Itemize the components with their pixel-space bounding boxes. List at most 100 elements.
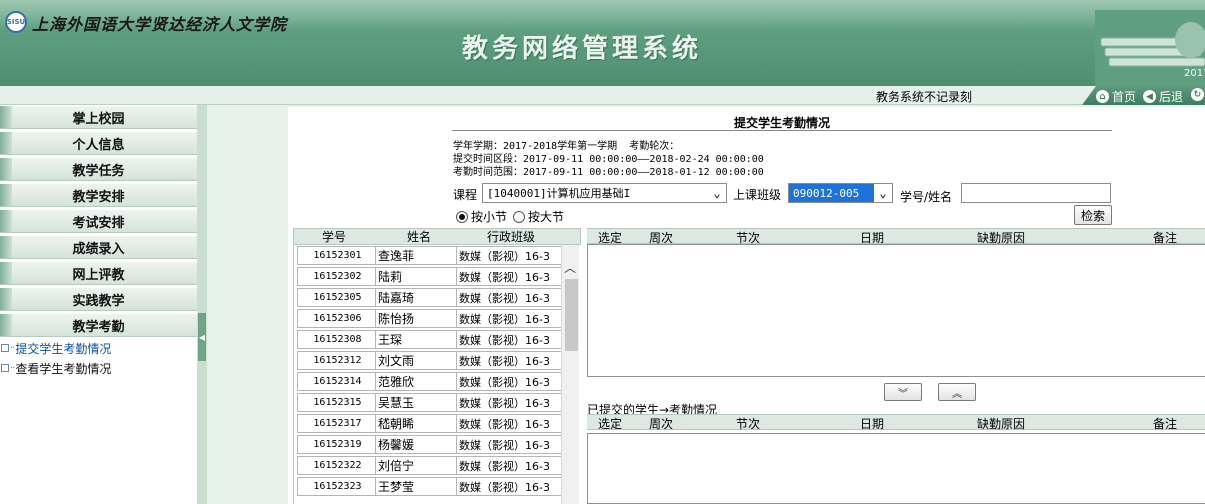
sidebar-item-exam-schedule[interactable]: 考试安排 (0, 209, 197, 233)
tree-line-icon: ·· (10, 342, 15, 354)
course-select[interactable]: [1040001]计算机应用基础I ⌄ (482, 183, 727, 203)
admin-class-cell: 数媒（影视）16-3 (456, 435, 562, 454)
column-header-select[interactable]: 选定 (598, 415, 622, 431)
table-row[interactable]: 16152312 刘文雨 数媒（影视）16-3 (294, 350, 562, 371)
table-row[interactable]: 16152322 刘倍宁 数媒（影视）16-3 (294, 455, 562, 476)
column-header-remarks[interactable]: 备注 (1153, 415, 1177, 431)
chevron-down-icon: ⌄ (874, 184, 892, 202)
table-row[interactable]: 16152314 范雅欣 数媒（影视）16-3 (294, 371, 562, 392)
sidebar-subitem-view-attendance[interactable]: ·· 查看学生考勤情况 (0, 359, 111, 377)
back-link[interactable]: ◀ 后退 (1143, 88, 1183, 105)
radio-small-period[interactable]: 按小节 (456, 208, 507, 225)
school-seal-icon: SISU (5, 11, 27, 33)
back-link-label: 后退 (1159, 90, 1184, 104)
search-input[interactable] (961, 183, 1111, 203)
page-title: 提交学生考勤情况 (734, 116, 831, 130)
student-name-cell: 陆莉 (375, 267, 457, 286)
sidebar-item-online-evaluation[interactable]: 网上评教 (0, 261, 197, 285)
tree-line-icon: ·· (10, 362, 15, 374)
column-header-week[interactable]: 周次 (649, 415, 673, 431)
student-id-cell: 16152308 (297, 330, 376, 349)
student-table-scrollbar[interactable]: ︿ (561, 245, 579, 504)
sidebar-item-teaching-tasks[interactable]: 教学任务 (0, 157, 197, 181)
home-link-label: 首页 (1112, 90, 1137, 104)
table-row[interactable]: 16152317 嵇朝睎 数媒（影视）16-3 (294, 413, 562, 434)
scrollbar-thumb[interactable] (565, 279, 578, 351)
student-id-cell: 16152317 (297, 414, 376, 433)
table-row[interactable]: 16152315 吴慧玉 数媒（影视）16-3 (294, 392, 562, 413)
table-row[interactable]: 16152308 王琛 数媒（影视）16-3 (294, 329, 562, 350)
table-row[interactable]: 16152306 陈怡扬 数媒（影视）16-3 (294, 308, 562, 329)
sidebar-subitem-label: 提交学生考勤情况 (15, 341, 112, 356)
admin-class-cell: 数媒（影视）16-3 (456, 477, 562, 496)
column-header-absence-reason[interactable]: 缺勤原因 (977, 415, 1025, 431)
sidebar-item-label: 教学任务 (72, 163, 125, 179)
sidebar-item-label: 个人信息 (72, 137, 125, 153)
nav-bar: 教务系统不记录刻 ⌂ 首页 ◀ 后退 ↻ (0, 86, 1205, 105)
move-up-button[interactable]: ︽ (938, 383, 976, 401)
search-button[interactable]: 检索 (1074, 205, 1112, 225)
student-name-cell: 嵇朝睎 (375, 414, 457, 433)
sidebar-item-practice-teaching[interactable]: 实践教学 (0, 287, 197, 311)
sidebar-subitem-submit-attendance[interactable]: ·· 提交学生考勤情况 (0, 339, 111, 357)
student-name-cell: 陆嘉琦 (375, 288, 457, 307)
attendance-table-header: 选定 周次 节次 日期 缺勤原因 备注 (587, 228, 1205, 245)
column-header-absence-reason[interactable]: 缺勤原因 (977, 229, 1025, 245)
scroll-up-icon[interactable]: ︿ (564, 259, 576, 276)
column-header-period[interactable]: 节次 (736, 415, 760, 431)
student-name-cell: 刘倍宁 (375, 456, 457, 475)
column-header-admin-class[interactable]: 行政班级 (476, 229, 546, 244)
move-down-button[interactable]: ︾ (884, 383, 922, 401)
column-header-date[interactable]: 日期 (860, 229, 884, 245)
sidebar-item-attendance[interactable]: 教学考勤 (0, 313, 197, 337)
table-row[interactable]: 16152302 陆莉 数媒（影视）16-3 (294, 266, 562, 287)
sidebar-item-mobile-campus[interactable]: 掌上校园 (0, 105, 197, 129)
class-select-value: 090012-005 (793, 186, 860, 200)
admin-class-cell: 数媒（影视）16-3 (456, 267, 562, 286)
refresh-icon: ↻ (1191, 88, 1204, 101)
class-select[interactable]: 090012-005 ⌄ (788, 183, 893, 203)
column-header-select[interactable]: 选定 (598, 229, 622, 245)
sidebar-item-personal-info[interactable]: 个人信息 (0, 131, 197, 155)
header-year: 2017 (1184, 68, 1205, 79)
student-name-cell: 王梦莹 (375, 477, 457, 496)
table-row[interactable]: 16152301 查逸菲 数媒（影视）16-3 (294, 245, 562, 266)
submitted-table-header: 选定 周次 节次 日期 缺勤原因 备注 (587, 414, 1205, 431)
sidebar-item-grade-entry[interactable]: 成绩录入 (0, 235, 197, 259)
student-table-body: 16152301 查逸菲 数媒（影视）16-3 16152302 陆莉 数媒（影视）16-… (293, 245, 581, 504)
radio-large-period[interactable]: 按大节 (513, 208, 564, 225)
sidebar-item-label: 掌上校园 (72, 111, 125, 127)
table-row[interactable]: 16152305 陆嘉琦 数媒（影视）16-3 (294, 287, 562, 308)
notice-text: 教务系统不记录刻 (876, 90, 973, 104)
refresh-link[interactable]: ↻ (1191, 88, 1205, 101)
student-id-cell: 16152322 (297, 456, 376, 475)
title-divider (452, 130, 1112, 131)
sidebar-item-teaching-schedule[interactable]: 教学安排 (0, 183, 197, 207)
admin-class-cell: 数媒（影视）16-3 (456, 456, 562, 475)
student-id-cell: 16152302 (297, 267, 376, 286)
collapse-sidebar-handle[interactable]: ◀ (198, 313, 206, 361)
student-name-cell: 刘文雨 (375, 351, 457, 370)
admin-class-cell: 数媒（影视）16-3 (456, 414, 562, 433)
sidebar-rail (197, 105, 207, 504)
column-header-remarks[interactable]: 备注 (1153, 229, 1177, 245)
table-row[interactable]: 16152323 王梦莹 数媒（影视）16-3 (294, 476, 562, 497)
column-header-student-id[interactable]: 学号 (304, 229, 364, 244)
admin-class-cell: 数媒（影视）16-3 (456, 330, 562, 349)
home-link[interactable]: ⌂ 首页 (1096, 88, 1136, 105)
nav-links: ⌂ 首页 ◀ 后退 ↻ (1082, 86, 1205, 105)
sidebar-item-label: 成绩录入 (72, 241, 125, 257)
column-header-date[interactable]: 日期 (860, 415, 884, 431)
student-id-cell: 16152312 (297, 351, 376, 370)
column-header-week[interactable]: 周次 (649, 229, 673, 245)
attendance-range-info: 考勤时间范围：2017-09-11 00:00:00——2018-01-12 0… (453, 167, 764, 178)
column-header-period[interactable]: 节次 (736, 229, 760, 245)
back-icon: ◀ (1143, 90, 1156, 103)
sidebar-item-label: 网上评教 (72, 267, 125, 283)
table-row[interactable]: 16152319 杨馨媛 数媒（影视）16-3 (294, 434, 562, 455)
student-id-cell: 16152319 (297, 435, 376, 454)
double-chevron-up-icon: ︽ (952, 388, 962, 400)
column-header-name[interactable]: 姓名 (389, 229, 449, 244)
student-id-cell: 16152305 (297, 288, 376, 307)
search-label: 学号/姓名 (900, 190, 953, 204)
